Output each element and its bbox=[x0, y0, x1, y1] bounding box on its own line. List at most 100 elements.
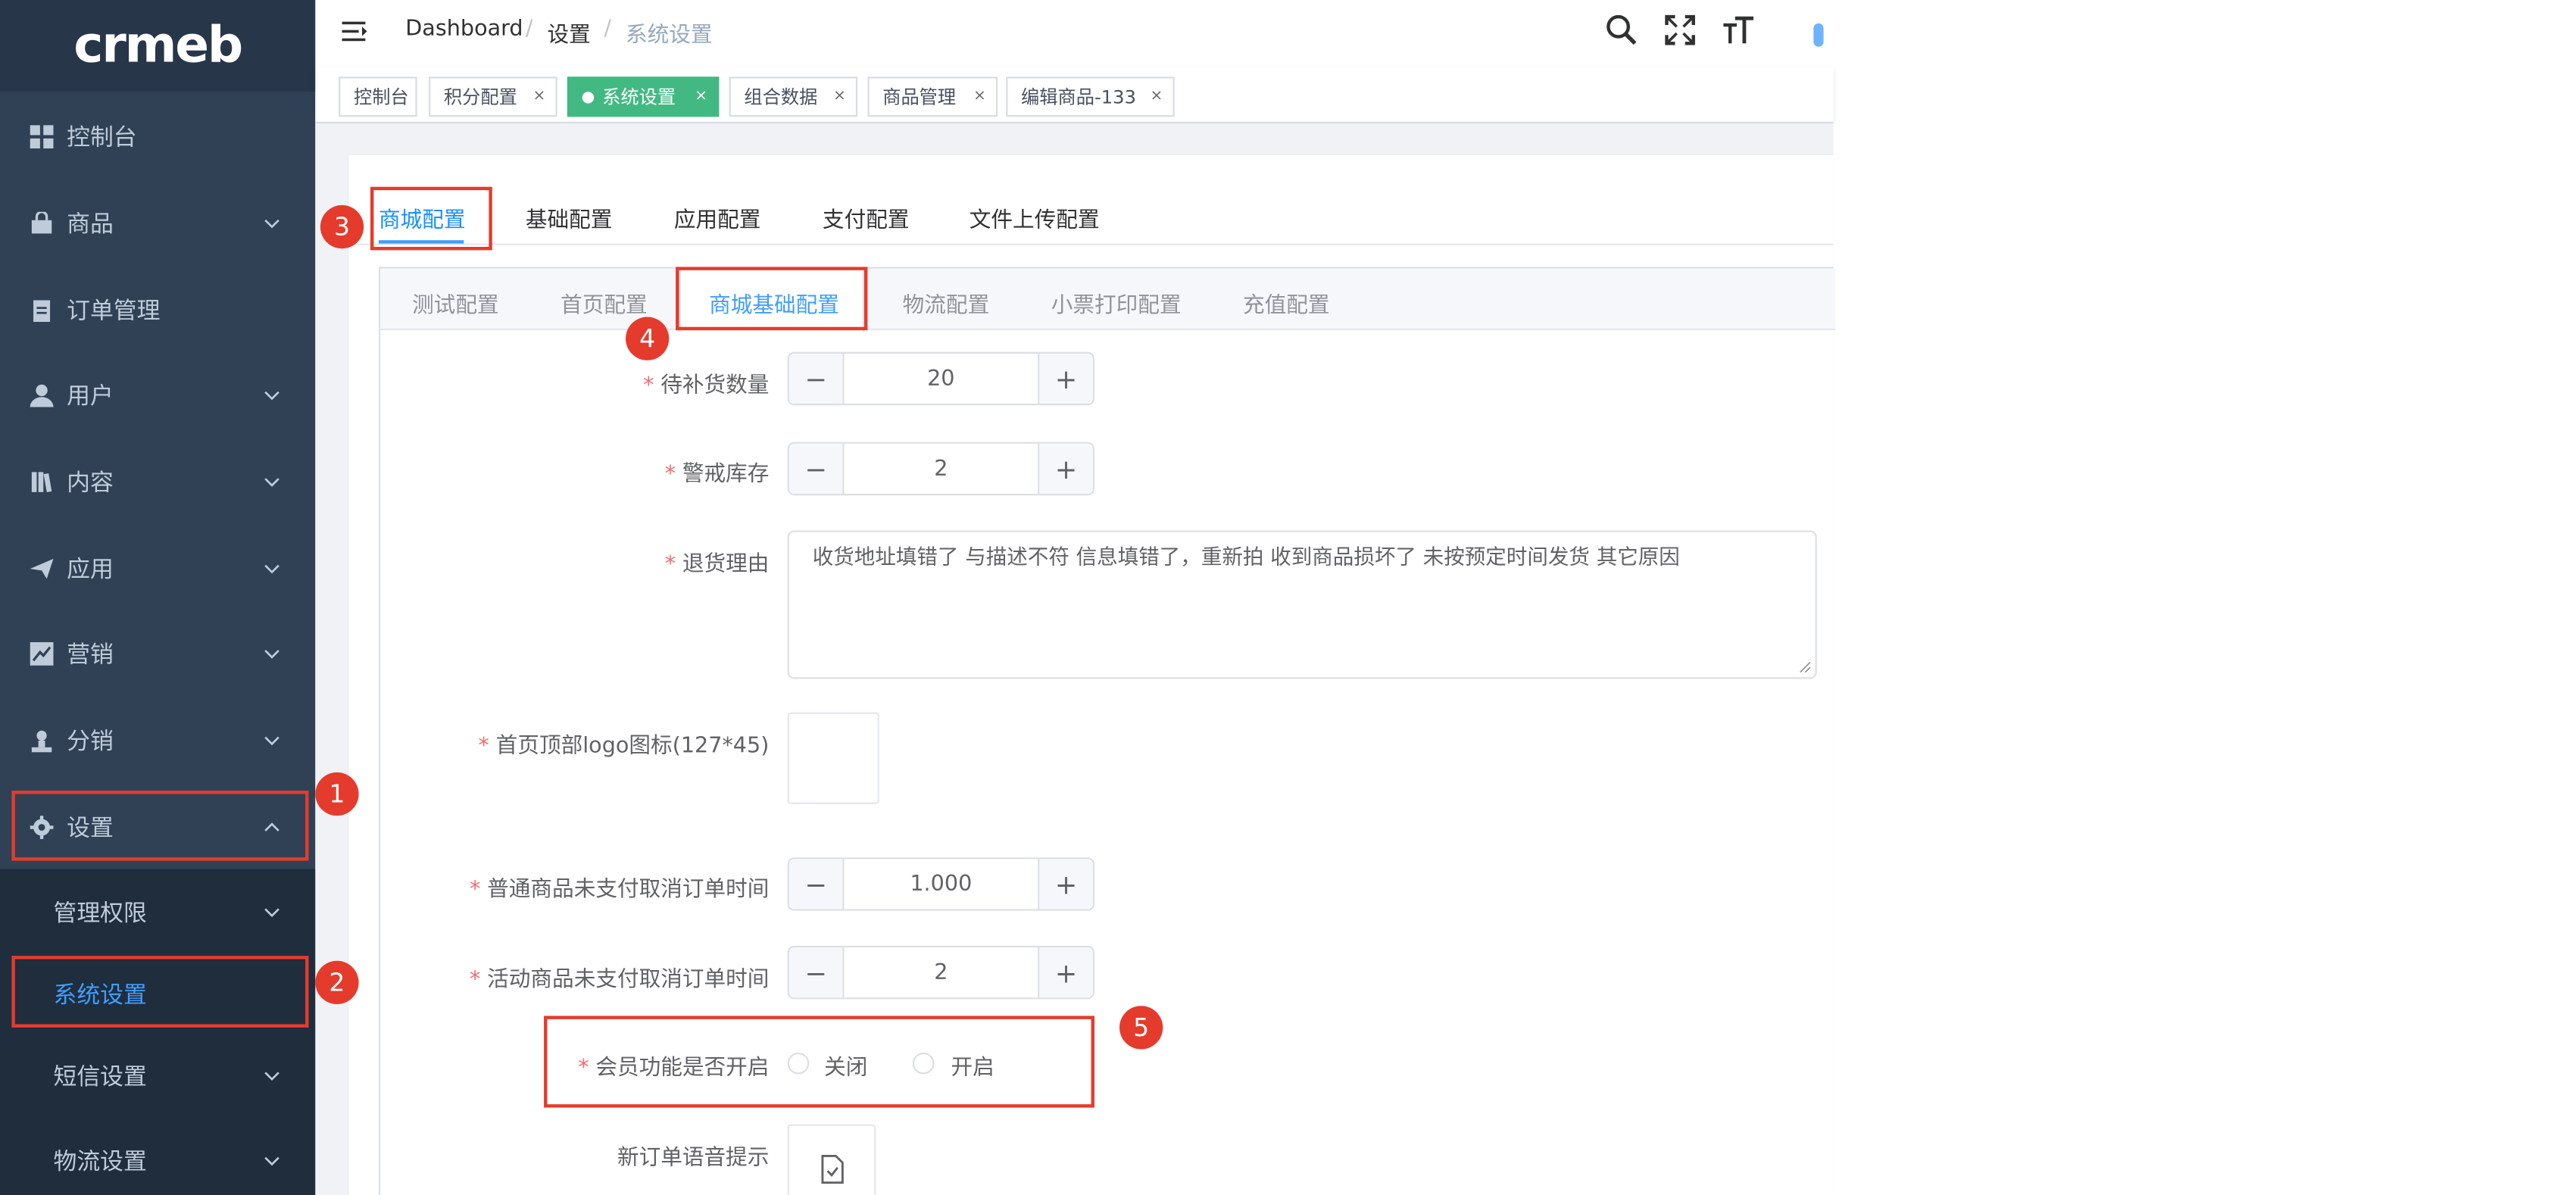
page: crmeb 控制台 商品 订单管理 用户 内容 应用 营销 分销 设置 管理权限… bbox=[0, 0, 2576, 1195]
breadcrumb-current: 系统设置 bbox=[626, 23, 713, 48]
chevron-down-icon bbox=[264, 650, 279, 659]
sidebar-subitem-logistics-settings[interactable]: 物流设置 bbox=[0, 1119, 315, 1195]
required-mark: * bbox=[643, 373, 654, 399]
sidebar-subitem-permissions[interactable]: 管理权限 bbox=[0, 871, 315, 954]
normal-unpaid-cancel-input[interactable]: 1.000 bbox=[845, 859, 1038, 909]
subtab-receipt-print-config[interactable]: 小票打印配置 bbox=[1051, 287, 1182, 319]
chart-icon bbox=[30, 642, 54, 666]
increment-button[interactable]: + bbox=[1038, 353, 1093, 404]
person-stamp-icon bbox=[30, 729, 54, 753]
hamburger-icon[interactable] bbox=[340, 17, 370, 47]
book-icon bbox=[30, 470, 54, 494]
sidebar-item-orders[interactable]: 订单管理 bbox=[0, 267, 315, 354]
restock-qty-input[interactable]: 20 bbox=[845, 354, 1038, 404]
tag-label: 组合数据 bbox=[744, 86, 818, 109]
dashboard-grid-icon bbox=[30, 125, 54, 149]
breadcrumb-dashboard[interactable]: Dashboard bbox=[405, 17, 523, 42]
highlight-member-toggle bbox=[544, 1016, 1094, 1108]
return-reasons-label: * 退货理由 bbox=[665, 545, 770, 577]
return-reasons-textarea[interactable]: 收货地址填错了 与描述不符 信息填错了，重新拍 收到商品损坏了 未按预定时间发货… bbox=[787, 530, 1817, 679]
increment-button[interactable]: + bbox=[1038, 947, 1093, 998]
tag-label: 控制台 bbox=[353, 86, 409, 109]
tag-dashboard[interactable]: 控制台 bbox=[339, 76, 417, 117]
close-icon[interactable]: × bbox=[695, 89, 707, 105]
tab-basic-config[interactable]: 基础配置 bbox=[526, 202, 613, 233]
chevron-down-icon bbox=[264, 391, 279, 401]
sidebar-item-label: 内容 bbox=[67, 470, 114, 498]
resize-grip-icon[interactable] bbox=[1799, 660, 1813, 674]
highlight-system-settings bbox=[11, 956, 309, 1028]
decrement-button[interactable]: − bbox=[788, 443, 845, 494]
increment-button[interactable]: + bbox=[1038, 443, 1093, 494]
avatar[interactable] bbox=[1813, 23, 1824, 47]
tab-payment-config[interactable]: 支付配置 bbox=[823, 202, 910, 233]
highlight-mall-basic-config-tab bbox=[676, 267, 868, 331]
step-badge-3: 3 bbox=[320, 204, 364, 249]
close-icon[interactable]: × bbox=[973, 89, 986, 105]
shopping-bag-icon bbox=[30, 211, 54, 236]
logo[interactable]: crmeb bbox=[0, 0, 316, 92]
label-text: 警戒库存 bbox=[682, 462, 770, 488]
home-logo-upload[interactable] bbox=[787, 712, 879, 804]
sidebar-subitem-sms-settings[interactable]: 短信设置 bbox=[0, 1034, 315, 1118]
required-mark: * bbox=[478, 734, 489, 760]
normal-unpaid-cancel-stepper: − 1.000 + bbox=[787, 857, 1094, 911]
tab-app-config[interactable]: 应用配置 bbox=[674, 202, 761, 233]
close-icon[interactable]: × bbox=[533, 89, 546, 105]
sidebar-item-users[interactable]: 用户 bbox=[0, 352, 315, 439]
chevron-down-icon bbox=[264, 478, 279, 487]
close-icon[interactable]: × bbox=[1151, 89, 1163, 105]
sub-tab-header: 测试配置 首页配置 商城基础配置 物流配置 小票打印配置 充值配置 bbox=[380, 267, 1835, 332]
sidebar-item-marketing[interactable]: 营销 bbox=[0, 610, 315, 697]
sidebar-item-content[interactable]: 内容 bbox=[0, 438, 315, 526]
tag-points-config[interactable]: 积分配置 × bbox=[429, 76, 557, 117]
subtab-home-config[interactable]: 首页配置 bbox=[560, 287, 648, 319]
chevron-down-icon bbox=[264, 736, 279, 746]
tab-upload-config[interactable]: 文件上传配置 bbox=[970, 202, 1100, 233]
highlight-settings bbox=[11, 791, 309, 861]
activity-unpaid-cancel-stepper: − 2 + bbox=[787, 945, 1094, 1000]
increment-button[interactable]: + bbox=[1038, 859, 1093, 910]
close-icon[interactable]: × bbox=[833, 89, 846, 105]
search-icon[interactable] bbox=[1605, 14, 1638, 47]
fullscreen-icon[interactable] bbox=[1663, 14, 1697, 47]
stock-warning-input[interactable]: 2 bbox=[845, 444, 1038, 494]
subtab-test-config[interactable]: 测试配置 bbox=[412, 287, 499, 319]
file-check-icon bbox=[820, 1155, 843, 1184]
sidebar-item-distribution[interactable]: 分销 bbox=[0, 697, 315, 785]
font-size-icon[interactable] bbox=[1722, 14, 1755, 47]
label-text: 普通商品未支付取消订单时间 bbox=[487, 877, 770, 903]
subtab-logistics-config[interactable]: 物流配置 bbox=[903, 287, 990, 319]
tag-label: 编辑商品-133 bbox=[1021, 86, 1136, 109]
return-reasons-value: 收货地址填错了 与描述不符 信息填错了，重新拍 收到商品损坏了 未按预定时间发货… bbox=[812, 544, 1680, 569]
home-logo-label: * 首页顶部logo图标(127*45) bbox=[479, 727, 770, 759]
paper-plane-icon bbox=[30, 557, 54, 581]
tag-combo-data[interactable]: 组合数据 × bbox=[729, 76, 858, 117]
tag-product-management[interactable]: 商品管理 × bbox=[867, 76, 998, 117]
decrement-button[interactable]: − bbox=[788, 859, 845, 910]
sidebar-item-dashboard[interactable]: 控制台 bbox=[0, 93, 315, 180]
subtab-recharge-config[interactable]: 充值配置 bbox=[1243, 287, 1330, 319]
logo-text: crmeb bbox=[73, 17, 243, 76]
chevron-down-icon bbox=[264, 1156, 279, 1166]
decrement-button[interactable]: − bbox=[788, 947, 845, 998]
sidebar-item-apps[interactable]: 应用 bbox=[0, 526, 315, 613]
label-text: 活动商品未支付取消订单时间 bbox=[487, 967, 770, 993]
sidebar-item-label: 订单管理 bbox=[67, 298, 161, 326]
new-order-audio-upload[interactable] bbox=[787, 1124, 876, 1195]
required-mark: * bbox=[664, 462, 676, 488]
breadcrumb-settings[interactable]: 设置 bbox=[547, 17, 590, 48]
user-icon bbox=[30, 384, 54, 407]
sidebar-item-products[interactable]: 商品 bbox=[0, 180, 315, 267]
activity-unpaid-cancel-label: * 活动商品未支付取消订单时间 bbox=[470, 961, 769, 993]
chevron-down-icon bbox=[264, 219, 279, 229]
decrement-button[interactable]: − bbox=[788, 353, 845, 404]
tag-system-settings[interactable]: 系统设置 × bbox=[567, 76, 720, 117]
tag-edit-product[interactable]: 编辑商品-133 × bbox=[1006, 76, 1175, 117]
step-badge-4: 4 bbox=[626, 317, 670, 360]
chevron-down-icon bbox=[264, 1072, 279, 1081]
breadcrumb-separator: / bbox=[604, 17, 612, 42]
activity-unpaid-cancel-input[interactable]: 2 bbox=[845, 947, 1038, 997]
tab-divider bbox=[345, 243, 1834, 245]
step-badge-1: 1 bbox=[315, 772, 359, 816]
